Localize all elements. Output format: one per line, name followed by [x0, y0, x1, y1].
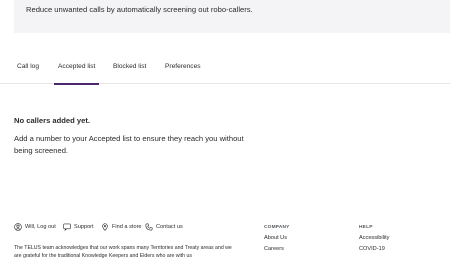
empty-state-title: No callers added yet. [14, 116, 90, 125]
about-us-link[interactable]: About Us [264, 235, 287, 241]
user-icon [14, 223, 22, 231]
contact-us-link[interactable]: Contact us [145, 223, 183, 231]
help-heading: HELP [359, 225, 373, 230]
phone-icon [145, 223, 153, 231]
tab-call-log[interactable]: Call log [17, 63, 39, 84]
logout-label: Will, Log out [25, 224, 56, 230]
covid-19-link[interactable]: COVID-19 [359, 246, 385, 252]
tab-blocked-list[interactable]: Blocked list [113, 63, 146, 84]
banner-text: Reduce unwanted calls by automatically s… [26, 5, 253, 14]
find-store-link[interactable]: Find a store [101, 223, 142, 231]
support-label: Support [74, 224, 94, 230]
tab-bar: Call log Accepted list Blocked list Pref… [0, 56, 450, 85]
tab-preferences[interactable]: Preferences [165, 63, 201, 84]
company-heading: COMPANY [264, 225, 290, 230]
chat-icon [63, 223, 71, 231]
find-store-label: Find a store [112, 224, 142, 230]
empty-state-description: Add a number to your Accepted list to en… [14, 134, 244, 155]
careers-link[interactable]: Careers [264, 246, 284, 252]
contact-us-label: Contact us [156, 224, 183, 230]
logout-link[interactable]: Will, Log out [14, 223, 56, 231]
tab-accepted-list[interactable]: Accepted list [53, 63, 100, 85]
info-banner: Reduce unwanted calls by automatically s… [14, 0, 450, 33]
land-acknowledgement: The TELUS team acknowledges that our wor… [14, 245, 232, 258]
accessibility-link[interactable]: Accessibility [359, 235, 389, 241]
location-pin-icon [102, 223, 108, 231]
support-link[interactable]: Support [63, 223, 94, 231]
